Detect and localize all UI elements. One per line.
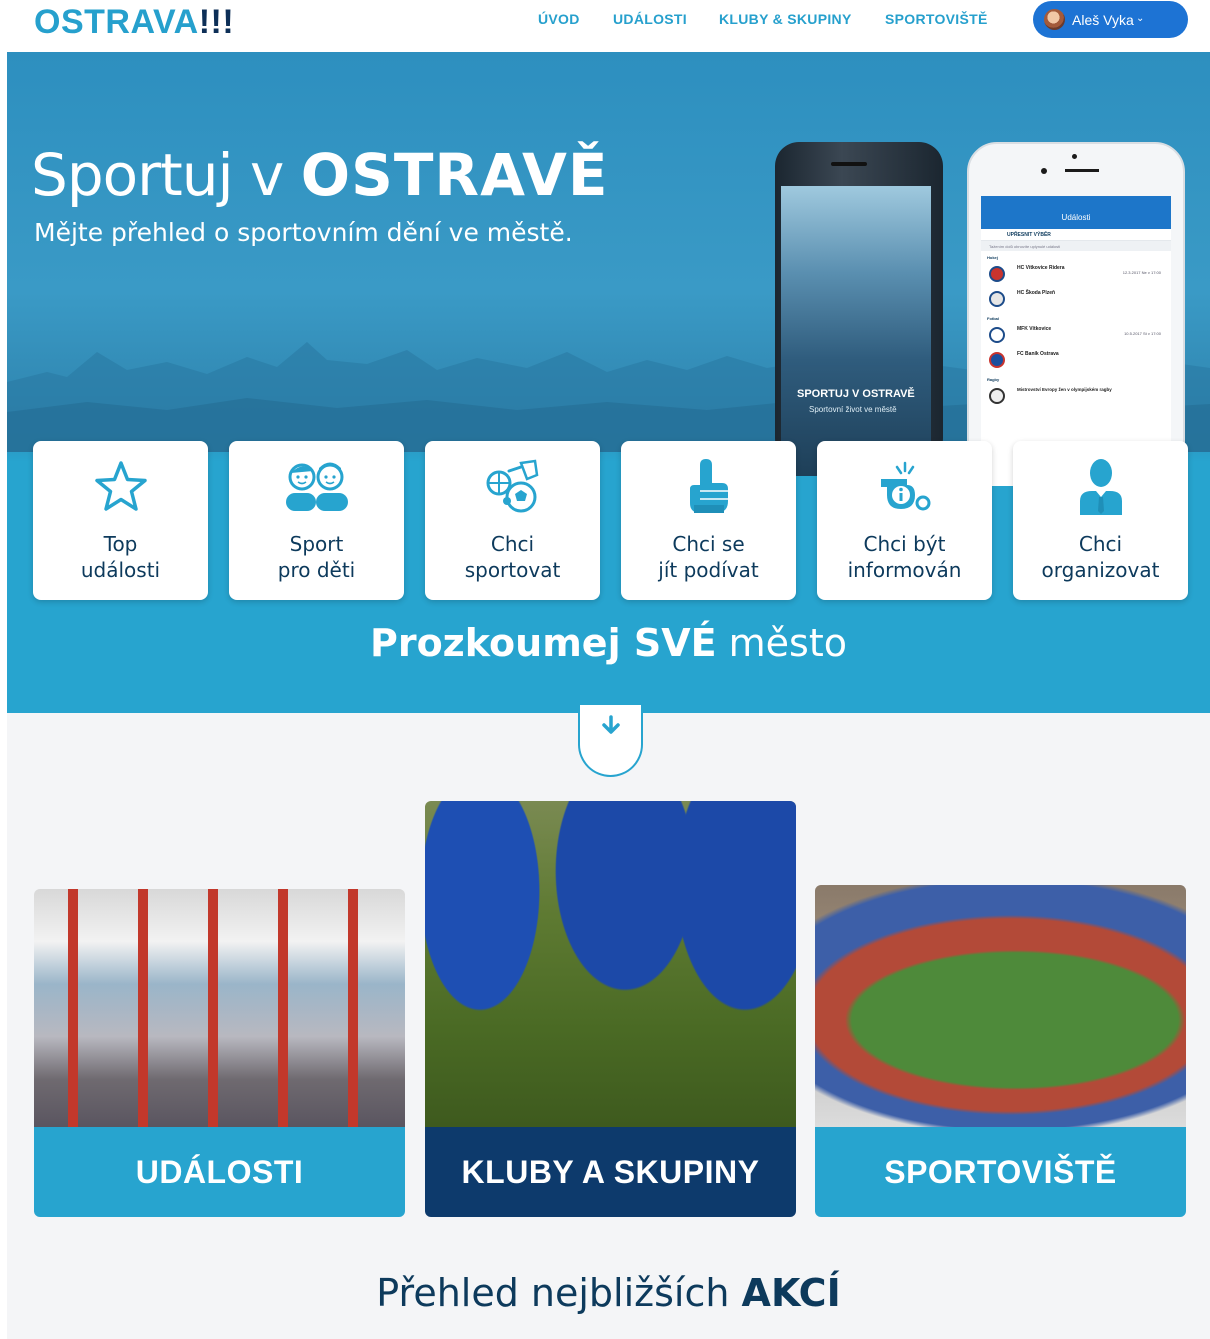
event-datetime: 10.5.2017 St v 17:00 [1124,331,1161,336]
card-top-events[interactable]: Top události [33,441,208,600]
app-event-row: HC Vítkovice Ridera 12.3.2017 Ne v 17:00 [981,262,1171,287]
nav-uvod[interactable]: ÚVOD [538,10,580,28]
card-label-line2: události [80,558,161,582]
card-label: Top události [33,531,208,583]
app-filter: UPŘESNIT VÝBĚR [981,229,1171,241]
overview-light: Přehled nejbližších [376,1271,742,1315]
team-name: FC Baník Ostrava [1017,351,1059,357]
app-hint: Tažením dolů obnovíte uplynulé události [981,241,1171,251]
team-name: HC Škoda Plzeň [1017,290,1056,296]
phone-camera [1072,154,1077,159]
nav-sportoviste[interactable]: SPORTOVIŠTĚ [885,10,988,28]
team-logo-icon [989,291,1005,307]
app-event-row: MFK Vítkovice 10.5.2017 St v 17:00 [981,323,1171,348]
card-label: Sport pro děti [229,531,404,583]
card-label: Chci sportovat [425,531,600,583]
phone-app-title: SPORTUJ V OSTRAVĚ [797,388,915,400]
card-label-line2: organizovat [1041,558,1160,582]
kids-icon [229,457,404,517]
card-label-line1: Chci být [863,532,946,556]
nav-udalosti[interactable]: UDÁLOSTI [613,10,687,28]
app-category: Hokej [987,255,998,260]
tile-kluby-skupiny[interactable]: KLUBY A SKUPINY [425,801,796,1217]
app-screen-title: Události [1061,213,1091,222]
card-want-to-organize[interactable]: Chci organizovat [1013,441,1188,600]
overview-bold: AKCÍ [741,1271,841,1315]
card-sport-for-kids[interactable]: Sport pro děti [229,441,404,600]
tile-image-stadium [815,885,1186,1127]
whistle-info-icon [817,457,992,517]
phone-speaker [1065,169,1099,172]
card-label-line2: pro děti [277,558,356,582]
phone-app-subtitle: Sportovní život ve městě [809,405,897,414]
top-header: OSTRAVA!!! ÚVOD UDÁLOSTI KLUBY & SKUPINY… [0,0,1210,52]
card-label: Chci organizovat [1013,531,1188,583]
nav-kluby-skupiny[interactable]: KLUBY & SKUPINY [719,10,852,28]
logo[interactable]: OSTRAVA!!! [34,2,234,42]
chevron-down-icon: ⌄ [1136,13,1145,24]
card-label: Chci se jít podívat [621,531,796,583]
app-event-row: Mistrovství Evropy žen v olympijském rag… [981,384,1171,409]
logo-text: OSTRAVA [34,3,199,41]
card-label-line1: Chci [1078,532,1123,556]
arrow-down-icon [602,715,620,734]
sport-balls-icon [425,457,600,517]
app-event-row: HC Škoda Plzeň [981,287,1171,312]
card-want-to-play[interactable]: Chci sportovat [425,441,600,600]
hero-section: Sportuj v OSTRAVĚ Mějte přehled o sporto… [7,52,1210,713]
card-want-to-watch[interactable]: Chci se jít podívat [621,441,796,600]
tile-sportoviste[interactable]: SPORTOVIŠTĚ [815,885,1186,1217]
card-label-line2: jít podívat [658,558,759,582]
team-logo-icon [989,352,1005,368]
tile-image-football-team [425,801,796,1127]
card-want-to-be-informed[interactable]: Chci být informován [817,441,992,600]
hero-title-bold: OSTRAVĚ [300,141,609,209]
card-label-line2: informován [847,558,962,582]
explore-heading: Prozkoumej SVÉ město [7,618,1210,668]
explore-light: město [716,621,847,665]
phone-mockup-text: SPORTUJ V OSTRAVĚ Sportovní život ve měs… [775,142,943,462]
team-logo-icon [989,266,1005,282]
app-event-row: FC Baník Ostrava [981,348,1171,373]
team-name: MFK Vítkovice [1017,326,1052,332]
hero-title: Sportuj v OSTRAVĚ [31,140,609,210]
hero-title-light: Sportuj v [31,141,301,209]
app-header-bar: Události [981,196,1171,229]
overview-heading: Přehled nejbližších AKCÍ [7,1268,1210,1318]
star-icon [33,457,208,517]
user-name: Aleš Vyka [1072,12,1134,28]
card-label-line2: sportovat [464,558,561,582]
card-label-line1: Chci se [672,532,745,556]
team-name: HC Vítkovice Ridera [1017,265,1065,271]
hero-subtitle: Mějte přehled o sportovním dění ve městě… [34,218,573,247]
scroll-down-button[interactable] [578,705,643,777]
event-datetime: 12.3.2017 Ne v 17:00 [1122,270,1161,275]
card-label-line1: Sport [289,532,344,556]
organizer-icon [1013,457,1188,517]
explore-bold: Prozkoumej SVÉ [369,621,717,665]
card-label: Chci být informován [817,531,992,583]
phone-mockup-iphone: Události UPŘESNIT VÝBĚR Tažením dolů obn… [967,142,1185,486]
tile-image-hurdles [34,889,405,1127]
rugby-ball-icon [989,388,1005,404]
app-category: Fotbal [987,316,999,321]
phone-sensor [1041,168,1047,174]
tile-label: SPORTOVIŠTĚ [815,1127,1186,1217]
user-menu-button[interactable]: Aleš Vyka ⌄ [1033,1,1188,38]
event-name: Mistrovství Evropy žen v olympijském rag… [1017,387,1112,392]
foam-finger-icon [621,457,796,517]
team-logo-icon [989,327,1005,343]
tile-label: UDÁLOSTI [34,1127,405,1217]
tile-label: KLUBY A SKUPINY [425,1127,796,1217]
card-label-line1: Chci [490,532,535,556]
logo-exclamation: !!! [198,3,235,41]
tile-udalosti[interactable]: UDÁLOSTI [34,889,405,1217]
app-category: Ragby [987,377,1000,382]
card-label-line1: Top [103,532,138,556]
avatar [1044,9,1065,30]
